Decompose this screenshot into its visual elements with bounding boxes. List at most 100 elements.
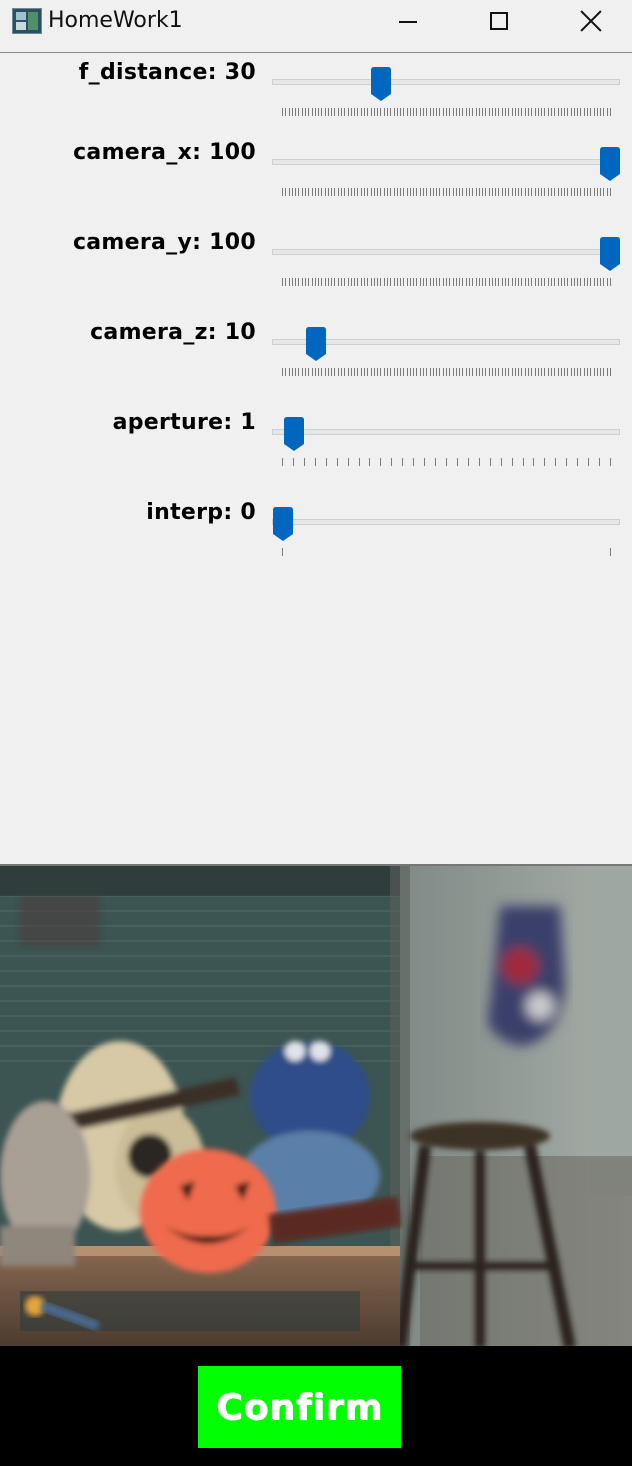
tick-mark bbox=[567, 278, 569, 286]
tick-mark bbox=[455, 368, 457, 376]
tick-mark bbox=[573, 108, 575, 116]
tick-mark bbox=[511, 108, 513, 116]
tick-mark bbox=[370, 188, 372, 196]
trackbar-thumb[interactable] bbox=[370, 66, 392, 102]
tick-mark bbox=[436, 108, 438, 116]
tick-mark bbox=[462, 188, 464, 196]
tick-mark bbox=[347, 278, 349, 286]
tick-mark bbox=[514, 188, 516, 196]
tick-mark bbox=[295, 108, 297, 116]
window-title: HomeWork1 bbox=[48, 8, 183, 33]
tick-mark bbox=[482, 108, 484, 116]
trackbar-thumb[interactable] bbox=[283, 416, 305, 452]
tick-mark bbox=[377, 188, 379, 196]
tick-mark bbox=[537, 368, 539, 376]
tick-mark bbox=[547, 368, 549, 376]
tick-mark bbox=[577, 278, 579, 286]
tick-mark bbox=[498, 108, 500, 116]
tick-mark bbox=[564, 188, 566, 196]
tick-mark bbox=[606, 108, 608, 116]
tick-mark bbox=[446, 188, 447, 196]
maximize-icon bbox=[490, 12, 508, 30]
tick-mark bbox=[403, 188, 405, 196]
trackbar-aperture: aperture: 1 bbox=[0, 406, 632, 486]
tick-mark bbox=[442, 188, 444, 196]
tick-mark bbox=[501, 368, 503, 376]
trackbar-track[interactable] bbox=[272, 79, 620, 85]
tick-mark bbox=[500, 458, 502, 466]
trackbar-thumb[interactable] bbox=[272, 506, 294, 542]
tick-mark bbox=[505, 188, 507, 196]
tick-mark bbox=[462, 368, 464, 376]
maximize-button[interactable] bbox=[453, 0, 545, 42]
tick-mark bbox=[383, 278, 385, 286]
tick-mark bbox=[547, 108, 549, 116]
tick-mark bbox=[331, 278, 333, 286]
tick-mark bbox=[327, 188, 329, 196]
tick-mark bbox=[489, 458, 491, 466]
tick-mark bbox=[311, 108, 313, 116]
tick-mark bbox=[364, 278, 365, 286]
trackbar-thumb[interactable] bbox=[305, 326, 327, 362]
tick-mark bbox=[449, 368, 451, 376]
tick-mark bbox=[400, 368, 402, 376]
trackbar-track[interactable] bbox=[272, 429, 620, 435]
tick-mark bbox=[570, 278, 572, 286]
minimize-button[interactable] bbox=[362, 0, 454, 42]
tick-mark bbox=[308, 368, 310, 376]
trackbar-ticks bbox=[282, 188, 612, 196]
tick-mark bbox=[531, 368, 533, 376]
tick-mark bbox=[288, 278, 290, 286]
tick-mark bbox=[455, 188, 457, 196]
tick-mark bbox=[524, 188, 526, 196]
tick-mark bbox=[560, 278, 562, 286]
trackbar-ticks bbox=[282, 548, 612, 556]
tick-mark bbox=[331, 188, 333, 196]
tick-mark bbox=[442, 368, 444, 376]
tick-mark bbox=[452, 108, 454, 116]
tick-mark bbox=[331, 108, 333, 116]
tick-mark bbox=[587, 188, 589, 196]
trackbar-camera-y: camera_y: 100 bbox=[0, 226, 632, 306]
tick-mark bbox=[282, 458, 283, 466]
trackbar-thumb[interactable] bbox=[599, 146, 621, 182]
tick-mark bbox=[534, 188, 536, 196]
tick-mark bbox=[557, 188, 559, 196]
tick-mark bbox=[373, 278, 375, 286]
tick-mark bbox=[341, 278, 343, 286]
tick-mark bbox=[357, 368, 359, 376]
tick-mark bbox=[419, 188, 421, 196]
tick-mark bbox=[488, 188, 490, 196]
tick-mark bbox=[550, 188, 552, 196]
tick-mark bbox=[456, 458, 458, 466]
tick-mark bbox=[350, 188, 352, 196]
minimize-icon bbox=[399, 21, 417, 23]
tick-mark bbox=[610, 188, 611, 196]
trackbar-track[interactable] bbox=[272, 519, 620, 525]
trackbar-thumb[interactable] bbox=[599, 236, 621, 272]
tick-mark bbox=[314, 108, 316, 116]
tick-mark bbox=[298, 368, 300, 376]
tick-mark bbox=[577, 108, 579, 116]
tick-mark bbox=[465, 368, 467, 376]
tick-mark bbox=[360, 278, 362, 286]
trackbar-track[interactable] bbox=[272, 159, 620, 165]
tick-mark bbox=[488, 368, 490, 376]
trackbar-track[interactable] bbox=[272, 249, 620, 255]
confirm-button[interactable]: Confirm bbox=[198, 1366, 401, 1448]
tick-mark bbox=[380, 188, 382, 196]
tick-mark bbox=[324, 278, 326, 286]
tick-mark bbox=[416, 108, 418, 116]
tick-mark bbox=[301, 278, 303, 286]
tick-mark bbox=[354, 188, 356, 196]
tick-mark bbox=[587, 368, 589, 376]
tick-mark bbox=[508, 368, 510, 376]
tick-mark bbox=[498, 278, 500, 286]
tick-mark bbox=[318, 278, 320, 286]
tick-mark bbox=[419, 278, 421, 286]
tick-mark bbox=[603, 188, 605, 196]
tick-mark bbox=[534, 108, 536, 116]
tick-mark bbox=[350, 278, 352, 286]
tick-mark bbox=[518, 278, 520, 286]
close-button[interactable] bbox=[545, 0, 632, 42]
